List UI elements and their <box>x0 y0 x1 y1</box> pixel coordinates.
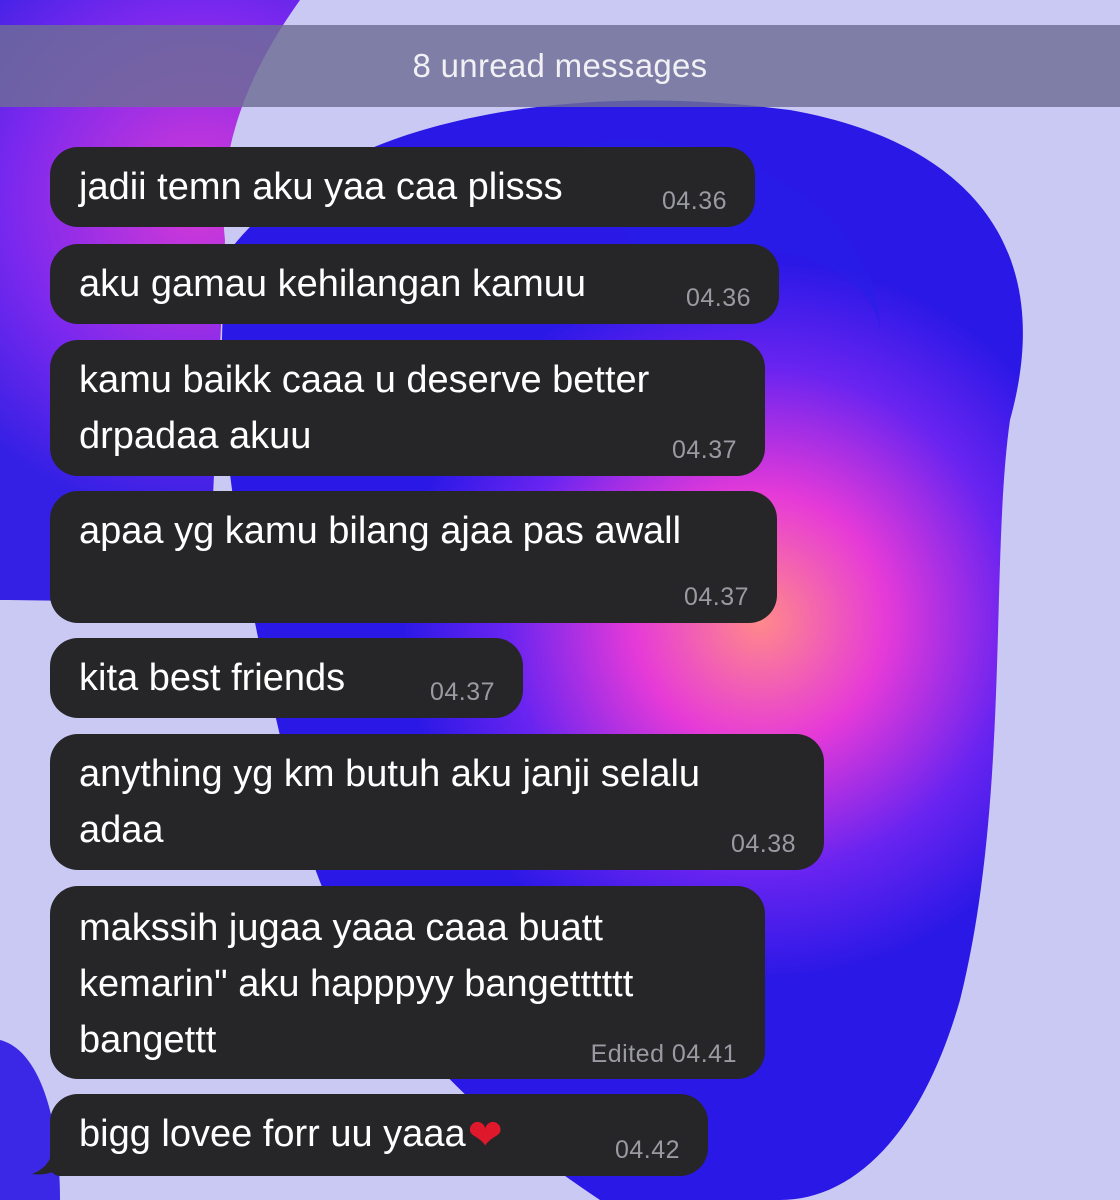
unread-messages-banner: 8 unread messages <box>0 25 1120 107</box>
message-text: anything yg km butuh aku janji selalu ad… <box>79 753 701 851</box>
message-text: makssih jugaa yaaa caaa buatt kemarin" a… <box>79 907 634 1061</box>
message-timestamp: 04.36 <box>685 284 751 312</box>
message-bubble[interactable]: bigg lovee forr uu yaaa❤ 04.42 <box>50 1094 708 1176</box>
message-timestamp: 04.37 <box>429 678 495 706</box>
message-timestamp: Edited 04.41 <box>590 1040 737 1068</box>
unread-messages-label: 8 unread messages <box>412 47 708 84</box>
message-bubble[interactable]: apaa yg kamu bilang ajaa pas awall 04.37 <box>50 491 777 623</box>
message-bubble[interactable]: kamu baikk caaa u deserve better drpadaa… <box>50 340 765 476</box>
message-timestamp: 04.36 <box>661 187 727 215</box>
message-text: kamu baikk caaa u deserve better drpadaa… <box>79 359 650 457</box>
message-text: kita best friends <box>79 657 346 699</box>
message-timestamp: 04.38 <box>730 830 796 858</box>
message-text: bigg lovee forr uu yaaa❤ <box>79 1106 503 1162</box>
message-text-content: bigg lovee forr uu yaaa <box>79 1113 466 1155</box>
message-timestamp: 04.37 <box>671 436 737 464</box>
red-heart-emoji: ❤ <box>467 1111 503 1158</box>
message-text: jadii temn aku yaa caa plisss <box>79 166 563 208</box>
message-text: apaa yg kamu bilang ajaa pas awall <box>79 510 682 552</box>
message-text: aku gamau kehilangan kamuu <box>79 263 587 305</box>
message-bubble[interactable]: kita best friends 04.37 <box>50 638 523 718</box>
message-bubble[interactable]: aku gamau kehilangan kamuu 04.36 <box>50 244 779 324</box>
message-bubble[interactable]: makssih jugaa yaaa caaa buatt kemarin" a… <box>50 886 765 1079</box>
message-timestamp: 04.42 <box>614 1136 680 1164</box>
message-timestamp: 04.37 <box>683 583 749 611</box>
message-bubble[interactable]: jadii temn aku yaa caa plisss 04.36 <box>50 147 755 227</box>
message-bubble[interactable]: anything yg km butuh aku janji selalu ad… <box>50 734 824 870</box>
